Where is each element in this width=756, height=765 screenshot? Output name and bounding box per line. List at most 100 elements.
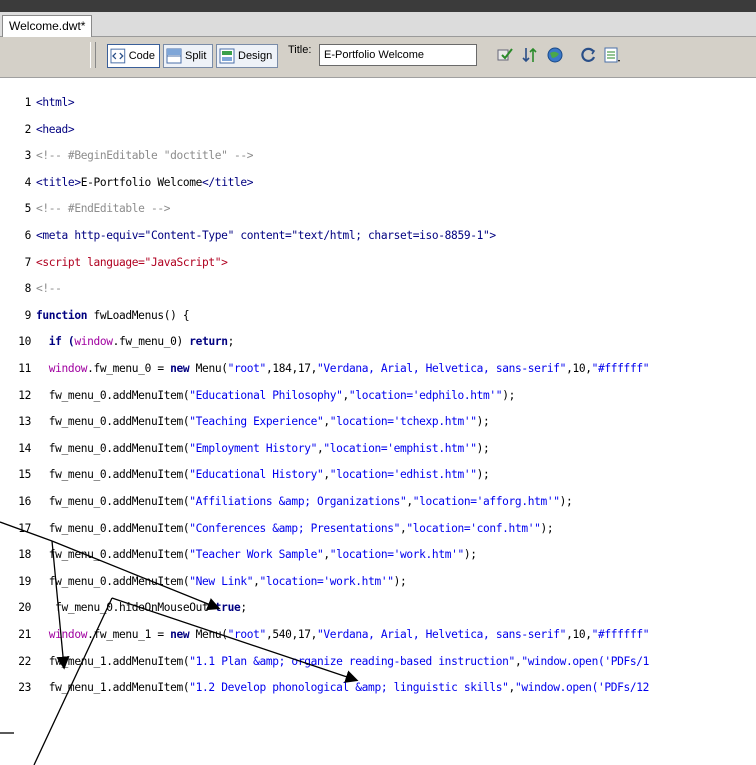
line-number: 15	[18, 468, 31, 482]
code-line[interactable]: 11 window.fw_menu_0 = new Menu("root",18…	[0, 356, 756, 382]
code-token: ,540,17,	[265, 628, 318, 641]
code-line[interactable]: 17 fw_menu_0.addMenuItem("Conferences &a…	[0, 516, 756, 542]
code-token: "Educational History"	[189, 468, 324, 482]
code-token: "Verdana, Arial, Helvetica, sans-serif"	[317, 362, 567, 375]
code-token: "location='work.htm'"	[259, 574, 394, 588]
code-token: Menu(	[189, 628, 228, 641]
line-number: 20	[18, 601, 31, 615]
code-line[interactable]: 5 <!-- #EndEditable -->	[0, 196, 756, 222]
code-token: fw_menu_0.addMenuItem(	[36, 574, 190, 588]
document-tabstrip: Welcome.dwt*	[0, 12, 756, 37]
code-token: "window.open('PDFs/1	[521, 654, 650, 668]
file-management-icon[interactable]	[521, 46, 539, 64]
code-line[interactable]: 13 fw_menu_0.addMenuItem("Teaching Exper…	[0, 409, 756, 435]
code-token: "location='emphist.htm'"	[323, 441, 477, 455]
split-view-icon	[166, 48, 182, 64]
line-number: 5	[24, 202, 32, 216]
validate-markup-icon[interactable]	[496, 46, 514, 64]
title-input[interactable]: E-Portfolio Welcome	[319, 44, 477, 66]
code-line[interactable]: 14 fw_menu_0.addMenuItem("Employment His…	[0, 436, 756, 462]
code-token: ,184,17,	[265, 362, 318, 375]
code-token: </title>	[202, 175, 254, 189]
code-text: <!--	[36, 276, 62, 302]
code-token: .fw_menu_1 =	[87, 628, 171, 641]
split-view-label: Split	[185, 50, 207, 62]
code-token: ,10,	[566, 362, 592, 375]
line-number: 18	[18, 548, 31, 562]
split-view-button[interactable]: Split	[163, 44, 213, 68]
code-text: fw_menu_0.addMenuItem("Educational Histo…	[36, 462, 490, 488]
code-line[interactable]: 19 fw_menu_0.addMenuItem("New Link","loc…	[0, 569, 756, 595]
code-line[interactable]: 8 <!--	[0, 276, 756, 302]
code-token: <html>	[36, 96, 75, 109]
code-editor[interactable]: 1 <html> 2 <head> 3 <!-- #BeginEditable "doct…	[0, 90, 756, 765]
line-number: 4	[24, 175, 32, 189]
code-token: ;	[240, 601, 247, 615]
code-token: fwLoadMenus() {	[87, 308, 190, 322]
code-line[interactable]: 12 fw_menu_0.addMenuItem("Educational Ph…	[0, 383, 756, 409]
code-line[interactable]: 21 window.fw_menu_1 = new Menu("root",54…	[0, 622, 756, 648]
code-token: "location='work.htm'"	[329, 548, 464, 562]
refresh-design-view-icon[interactable]	[580, 46, 598, 64]
design-view-button[interactable]: Design	[216, 44, 278, 68]
line-number: 12	[18, 388, 31, 402]
code-token: "1.2 Develop phonological &amp; linguist…	[189, 681, 509, 695]
code-token: fw_menu_0.addMenuItem(	[36, 548, 190, 562]
code-token: .fw_menu_0)	[112, 335, 190, 349]
code-line[interactable]: 16 fw_menu_0.addMenuItem("Affiliations &…	[0, 489, 756, 515]
code-token: fw_menu_0.addMenuItem(	[36, 521, 190, 535]
code-line[interactable]: 15 fw_menu_0.addMenuItem("Educational Hi…	[0, 462, 756, 488]
code-token: <meta http-equiv="Content-Type" content=…	[36, 229, 496, 242]
view-options-icon[interactable]	[603, 46, 621, 64]
code-token: "Affiliations &amp; Organizations"	[189, 495, 407, 508]
code-text: fw_menu_0.addMenuItem("Employment Histor…	[36, 436, 490, 462]
code-text: fw_menu_1.addMenuItem("1.2 Develop phono…	[36, 675, 650, 701]
code-line[interactable]: 1 <html>	[0, 90, 756, 116]
code-text: fw_menu_0.addMenuItem("Teaching Experien…	[36, 409, 490, 435]
code-token: window	[36, 628, 88, 641]
code-token: );	[502, 388, 515, 402]
code-line[interactable]: 2 <head>	[0, 117, 756, 143]
line-number: 7	[24, 255, 32, 269]
code-line[interactable]: 18 fw_menu_0.addMenuItem("Teacher Work S…	[0, 542, 756, 568]
code-token: "Teacher Work Sample"	[189, 548, 324, 562]
code-token: if (	[36, 335, 75, 349]
code-line[interactable]: 23 fw_menu_1.addMenuItem("1.2 Develop ph…	[0, 675, 756, 701]
code-text: window.fw_menu_1 = new Menu("root",540,1…	[36, 622, 650, 648]
code-token: fw_menu_0.addMenuItem(	[36, 415, 190, 429]
code-token: <title>	[36, 175, 81, 189]
code-token: fw_menu_0.addMenuItem(	[36, 495, 190, 508]
code-token: window	[36, 362, 88, 375]
code-token: "window.open('PDFs/12	[514, 681, 650, 695]
code-token: );	[476, 415, 490, 429]
code-token: );	[393, 574, 407, 588]
code-line[interactable]: 10 if (window.fw_menu_0) return;	[0, 329, 756, 355]
code-token: "Employment History"	[189, 441, 317, 455]
design-view-label: Design	[238, 50, 273, 62]
code-view-icon	[110, 48, 126, 64]
code-line[interactable]: 4 <title>E-Portfolio Welcome</title>	[0, 170, 756, 196]
code-token: return	[189, 335, 228, 349]
code-view-button[interactable]: Code	[107, 44, 160, 68]
code-text: <head>	[36, 117, 75, 143]
line-number: 16	[18, 495, 31, 508]
code-token: "1.1 Plan &amp; organize reading-based i…	[189, 654, 515, 668]
code-line[interactable]: 7 <script language="JavaScript">	[0, 250, 756, 276]
design-view-icon	[219, 48, 235, 64]
code-token: fw_menu_0.hideOnMouseOut=	[36, 601, 215, 615]
code-line[interactable]: 22 fw_menu_1.addMenuItem("1.1 Plan &amp;…	[0, 649, 756, 675]
document-tab[interactable]: Welcome.dwt*	[2, 15, 93, 37]
code-token: "Verdana, Arial, Helvetica, sans-serif"	[317, 628, 567, 641]
code-line[interactable]: 20 fw_menu_0.hideOnMouseOut=true;	[0, 595, 756, 621]
line-number: 14	[18, 441, 31, 455]
code-text: <meta http-equiv="Content-Type" content=…	[36, 223, 496, 249]
code-line[interactable]: 3 <!-- #BeginEditable "doctitle" -->	[0, 143, 756, 169]
line-number: 10	[18, 335, 31, 349]
toolbar-grip[interactable]	[90, 42, 96, 68]
code-token: "Educational Philosophy"	[189, 388, 343, 402]
code-line[interactable]: 9 function fwLoadMenus() {	[0, 303, 756, 329]
preview-in-browser-icon[interactable]	[546, 46, 564, 64]
code-text: fw_menu_0.addMenuItem("Educational Philo…	[36, 383, 516, 409]
code-line[interactable]: 6 <meta http-equiv="Content-Type" content…	[0, 223, 756, 249]
code-text: fw_menu_0.hideOnMouseOut=true;	[36, 595, 247, 621]
